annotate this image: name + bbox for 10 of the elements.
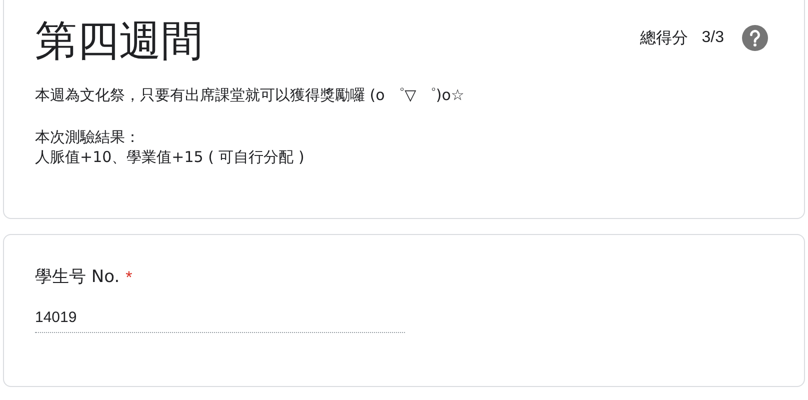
description-text: 本次測驗結果：: [35, 127, 140, 147]
help-icon[interactable]: [742, 25, 768, 51]
question-label: 學生号 No.: [35, 266, 120, 289]
description-text: 人脈值+10、學業值+15 ( 可自行分配 ): [35, 147, 304, 167]
description-text: 本週為文化祭，只要有出席課堂就可以獲得獎勵囉 (o ゜▽ ゜)o☆: [35, 85, 464, 105]
answer-field[interactable]: 14019: [35, 302, 405, 332]
required-mark: *: [126, 267, 132, 289]
score-label: 總得分: [640, 27, 688, 49]
form-title: 第四週間: [35, 15, 203, 67]
score-value: 3/3: [702, 28, 724, 48]
